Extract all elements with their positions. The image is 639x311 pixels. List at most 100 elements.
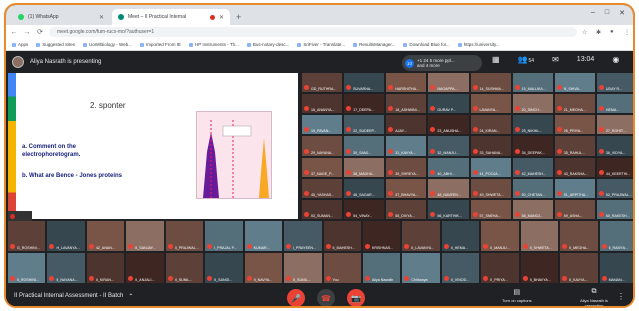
menu-icon[interactable]: ⋮: [624, 29, 633, 36]
participant-tile[interactable]: HARSHITHA...: [386, 73, 427, 93]
participant-tile[interactable]: 54_VINAY...: [344, 199, 385, 219]
participant-tile[interactable]: 55_DIVYA...: [386, 199, 427, 219]
participant-tile[interactable]: 34_DEEPAK...: [512, 136, 553, 156]
bookmark-item[interactable]: Apps: [12, 42, 28, 47]
participant-tile[interactable]: Chithanya: [402, 253, 440, 283]
participant-tile[interactable]: 24_KIRAN...: [470, 115, 511, 135]
close-tab-icon[interactable]: ✕: [99, 14, 104, 21]
participant-tile[interactable]: 41_POOJA...: [470, 157, 511, 177]
captions-button[interactable]: ▤ Turn on captions: [502, 288, 532, 303]
participant-tile[interactable]: 26_PRIYA...: [554, 115, 595, 135]
participant-tile[interactable]: LAVANYA...: [470, 94, 511, 114]
meeting-details[interactable]: II Practical Internal Assessment - II Ba…: [14, 293, 133, 300]
participant-tile[interactable]: KUMAR...: [244, 221, 283, 251]
participant-tile[interactable]: 36_VIDYA...: [596, 136, 633, 156]
participant-tile[interactable]: II_KAVYA...: [560, 253, 598, 283]
participant-tile[interactable]: 57_SNEHA...: [470, 199, 511, 219]
participant-tile[interactable]: 44_KEERTHI...: [596, 157, 633, 177]
participant-tile[interactable]: MANAN...: [599, 253, 633, 283]
bookmark-item[interactable]: Suggested Sites: [36, 42, 75, 47]
participant-tile[interactable]: 20_SINCH...: [512, 94, 553, 114]
participant-tile[interactable]: II_MAHESH...: [323, 221, 361, 251]
participant-tile[interactable]: 56_KARTHIK...: [428, 199, 469, 219]
participant-tile[interactable]: SUVARNA...: [344, 73, 385, 93]
participant-tile[interactable]: 16_ANANYA...: [302, 94, 343, 114]
participant-tile[interactable]: 51_ARPITHA...: [554, 178, 595, 198]
participant-tile[interactable]: N_SHIVA...: [554, 73, 595, 93]
participant-tile[interactable]: Aliya Nasrath: [362, 253, 401, 283]
back-icon[interactable]: ←: [10, 29, 18, 36]
minimize-button[interactable]: –: [591, 9, 595, 17]
participant-tile[interactable]: 19_PAVAN...: [302, 115, 343, 135]
participant-tile[interactable]: UDAY R...: [596, 73, 633, 93]
participant-tile[interactable]: II_VINOD...: [441, 253, 480, 283]
participant-tile[interactable]: 42_ANAN...: [86, 221, 125, 251]
participant-tile[interactable]: G_ROSHINI...: [8, 221, 46, 251]
participant-tile[interactable]: 53_SUMAN...: [302, 199, 343, 219]
participant-tile[interactable]: 35_RAHUL...: [554, 136, 595, 156]
participant-tile[interactable]: KRISHNAS...: [362, 221, 401, 251]
close-window-button[interactable]: ✕: [619, 9, 625, 17]
more-options-icon[interactable]: ⋮: [617, 292, 625, 301]
self-avatar[interactable]: ◉: [612, 55, 619, 64]
participant-tile[interactable]: GURAV P...: [428, 94, 469, 114]
participant-tile[interactable]: I_PRAYEEN...: [284, 221, 322, 251]
participant-tile[interactable]: 32_MANJU...: [428, 136, 469, 156]
bookmark-item[interactable]: ResultsManager...: [353, 42, 395, 47]
participant-tile[interactable]: 14_SUSHMA...: [470, 73, 511, 93]
participant-tile[interactable]: II_KIRAN...: [86, 253, 125, 283]
info-chip[interactable]: 10 +1 24 5 more ppl... and 4 more: [402, 55, 482, 71]
new-tab-button[interactable]: +: [236, 12, 241, 25]
camera-button[interactable]: 📷: [347, 289, 365, 306]
url-field[interactable]: meet.google.com/fum-rucx-mo/?authuser=1: [49, 27, 577, 37]
participant-tile[interactable]: II_PRAJWAL...: [165, 221, 204, 251]
participant-tile[interactable]: II_ROSHINI...: [8, 253, 46, 283]
participant-tile[interactable]: HEMA...: [596, 94, 633, 114]
participant-tile[interactable]: 39_SHREYA...: [386, 157, 427, 177]
participant-tile[interactable]: 15_MALLIKA...: [512, 73, 553, 93]
participant-tile[interactable]: 60_RAKESH...: [596, 199, 633, 219]
participant-tile[interactable]: II_BHAVYA...: [520, 253, 559, 283]
extensions-icon[interactable]: ✱: [596, 29, 605, 36]
participant-tile[interactable]: 45_YASHAS...: [302, 178, 343, 198]
participant-tile[interactable]: I_PRAJAL P...: [205, 221, 243, 251]
participant-tile[interactable]: 48_NAVEEN...: [428, 178, 469, 198]
participant-tile[interactable]: 23_ANUSHA...: [428, 115, 469, 135]
participant-tile[interactable]: 21_MEGHA...: [554, 94, 595, 114]
participant-tile[interactable]: II_MEGHA...: [560, 221, 598, 251]
participant-tile[interactable]: 31_KAVYA...: [386, 136, 427, 156]
participant-tile[interactable]: 25_NIKHIL...: [512, 115, 553, 135]
participant-tile[interactable]: 52_PRAJWAL...: [596, 178, 633, 198]
participant-tile[interactable]: GD_RUTHRA...: [302, 73, 343, 93]
maximize-button[interactable]: □: [605, 9, 609, 17]
participant-tile[interactable]: 49_SHWETA...: [470, 178, 511, 198]
participant-tile[interactable]: II_NAYANA...: [47, 253, 85, 283]
participant-tile[interactable]: AJAY...: [386, 115, 427, 135]
participant-tile[interactable]: 33_SAHANA...: [470, 136, 511, 156]
participant-tile[interactable]: 18_ASHWINI...: [386, 94, 427, 114]
bookmark-item[interactable]: SriFiver - Translate...: [297, 42, 345, 47]
participant-tile[interactable]: II_SANGI...: [205, 253, 243, 283]
reload-icon[interactable]: ⟳: [36, 28, 44, 36]
participant-tile[interactable]: You: [323, 253, 361, 283]
participant-tile[interactable]: II_SUNIL...: [165, 253, 204, 283]
participant-tile[interactable]: 42_MAHESH...: [512, 157, 553, 177]
bookmark-item[interactable]: UoW/Biology - Web...: [83, 42, 132, 47]
participant-tile[interactable]: II_NAVYA...: [244, 253, 283, 283]
participant-tile[interactable]: II_ANJALI...: [126, 253, 164, 283]
present-button[interactable]: ⧉ Aliya Nasrath is presenting: [572, 288, 616, 306]
participant-tile[interactable]: 58_MANOJ...: [512, 199, 553, 219]
participant-tile[interactable]: 50_CHETAN...: [512, 178, 553, 198]
bookmark-item[interactable]: Download Blue for...: [403, 42, 450, 47]
close-tab-icon[interactable]: ✕: [219, 14, 224, 21]
participant-tile[interactable]: NAGAPPA...: [428, 73, 469, 93]
tab-meet[interactable]: Meet – II Practical Internal ✕: [112, 9, 230, 25]
chat-icon[interactable]: ✉: [552, 55, 559, 64]
participant-tile[interactable]: 47_BHAVYA...: [386, 178, 427, 198]
bookmark-item[interactable]: https://university...: [457, 42, 500, 47]
participant-tile[interactable]: 37_NAGE_P...: [302, 157, 343, 177]
participant-tile[interactable]: II_HEMA...: [441, 221, 480, 251]
participant-tile[interactable]: II_SANJAY...: [126, 221, 164, 251]
participant-tile[interactable]: 17_DEEPA...: [344, 94, 385, 114]
participant-tile[interactable]: H_LAVANYA...: [47, 221, 85, 251]
